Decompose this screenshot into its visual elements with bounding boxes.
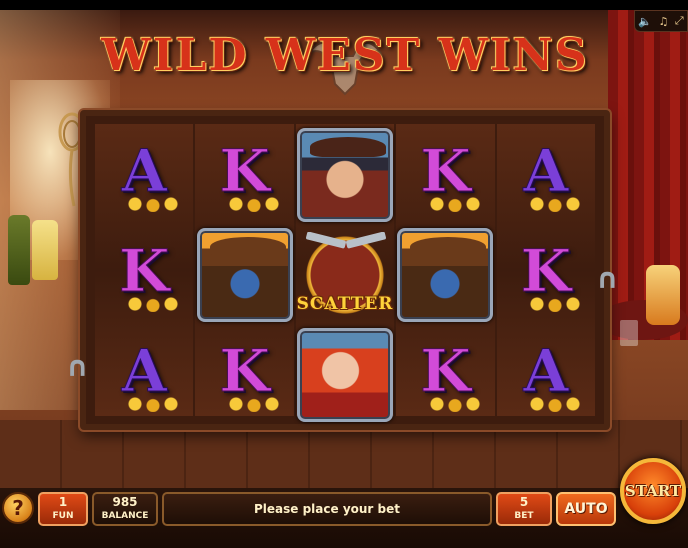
symbol-cell: K	[396, 126, 494, 224]
fun-value: 1	[58, 495, 68, 509]
gold-coins-icon	[123, 296, 184, 312]
help-button[interactable]: ?	[2, 492, 34, 524]
gold-coins-icon	[525, 396, 586, 412]
green-bottle	[8, 215, 30, 285]
redhead-lady-symbol	[297, 328, 394, 422]
balance-value: 985	[112, 495, 138, 509]
symbol-cell	[396, 226, 494, 324]
reel-frame: A K A K K SCATTER K K A K A	[80, 110, 610, 430]
fun-label: FUN	[52, 511, 74, 521]
auto-button[interactable]: AUTO	[556, 492, 616, 526]
horseshoe-icon: ∩	[66, 350, 89, 383]
gold-coins-icon	[525, 196, 586, 212]
shot-glass	[620, 320, 638, 346]
gold-coins-icon	[525, 296, 586, 312]
symbol-cell	[296, 326, 394, 424]
cowboy-hat-icon	[310, 137, 387, 157]
reel-4: K K	[396, 124, 495, 416]
bandit-symbol	[397, 228, 494, 322]
gold-coins-icon	[223, 196, 284, 212]
symbol-cell: A	[95, 326, 193, 424]
bet-label: BET	[514, 511, 534, 521]
gold-coins-icon	[424, 396, 485, 412]
balance-label: BALANCE	[101, 511, 149, 521]
gold-coins-icon	[123, 196, 184, 212]
wooden-floor	[0, 420, 688, 490]
symbol-cell: K	[497, 226, 595, 324]
horseshoe-icon: ∩	[596, 262, 619, 295]
reel-3: SCATTER	[295, 124, 395, 422]
yellow-bottle	[32, 220, 58, 280]
fun-mode-button[interactable]: 1 FUN	[38, 492, 88, 526]
bandit-symbol	[196, 228, 293, 322]
symbol-cell: K	[195, 326, 293, 424]
scatter-symbol: SCATTER	[295, 226, 395, 324]
balance-display: 985 BALANCE	[92, 492, 158, 526]
speaker-icon[interactable]: 🔈	[638, 15, 652, 28]
symbol-cell: A	[95, 126, 193, 224]
symbol-cell: A	[497, 326, 595, 424]
whiskey-bottle	[646, 265, 680, 325]
symbol-cell: K	[396, 326, 494, 424]
game-stage: WILD WEST WINS 🔈 ♫ ⤢ A K A K K SCATTER K…	[0, 0, 688, 548]
scatter-label: SCATTER	[296, 294, 394, 314]
symbol-cell	[296, 126, 394, 224]
symbol-cell: K	[195, 126, 293, 224]
bet-button[interactable]: 5 BET	[496, 492, 552, 526]
reels: A K A K K SCATTER K K A K A	[94, 124, 596, 422]
gold-coins-icon	[424, 196, 485, 212]
symbol-cell: SCATTER	[295, 226, 395, 324]
game-title: WILD WEST WINS	[101, 30, 589, 81]
reel-5: A K A	[496, 124, 596, 416]
bet-value: 5	[519, 495, 529, 509]
gold-coins-icon	[123, 396, 184, 412]
reel-2: K K	[195, 124, 294, 416]
reel-1: A K A	[95, 124, 194, 416]
symbol-cell: A	[497, 126, 595, 224]
top-controls: 🔈 ♫ ⤢	[634, 10, 688, 32]
music-note-icon[interactable]: ♫	[659, 15, 669, 28]
cowgirl-symbol	[297, 128, 394, 222]
status-message: Please place your bet	[162, 492, 492, 526]
start-button[interactable]: START	[620, 458, 686, 524]
symbol-cell: K	[95, 226, 193, 324]
fullscreen-icon[interactable]: ⤢	[675, 14, 684, 28]
crossed-pistols-icon	[305, 232, 386, 249]
gold-coins-icon	[223, 396, 284, 412]
cowboy-hat-icon	[209, 237, 286, 257]
cowboy-hat-icon	[410, 237, 487, 257]
symbol-cell	[195, 226, 293, 324]
